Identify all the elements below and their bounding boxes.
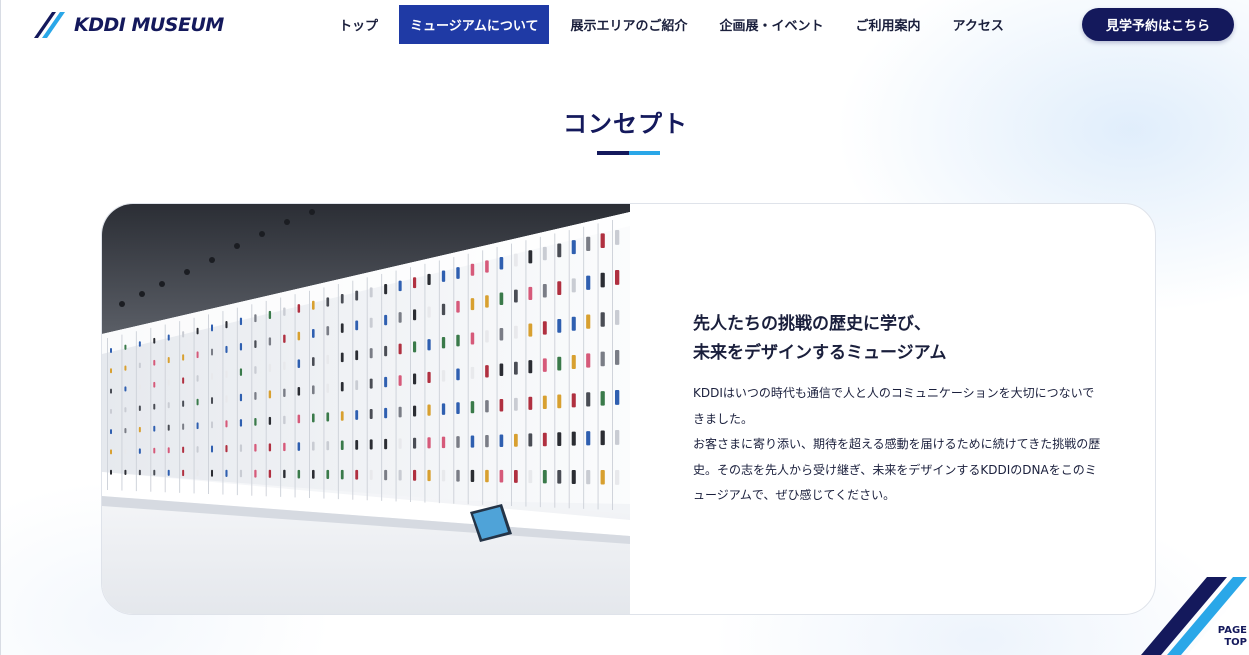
title-underline <box>597 151 660 155</box>
reserve-visit-button[interactable]: 見学予約はこちら <box>1082 8 1234 41</box>
concept-paragraph-1: KDDIはいつの時代も通信で人と人のコミュニケーションを大切につないできました。 <box>693 386 1095 426</box>
logo-slash-icon <box>34 12 65 38</box>
main-nav: トップ ミュージアムについて 展示エリアのご紹介 企画展・イベント ご利用案内 … <box>323 5 1020 44</box>
nav-item-guide[interactable]: ご利用案内 <box>840 5 937 44</box>
concept-headline: 先人たちの挑戦の歴史に学び、 未来をデザインするミュージアム <box>693 310 1103 368</box>
nav-item-exhibition-areas[interactable]: 展示エリアのご紹介 <box>554 5 703 44</box>
nav-item-access[interactable]: アクセス <box>937 5 1020 44</box>
nav-item-events[interactable]: 企画展・イベント <box>703 5 839 44</box>
exhibit-photo-illustration <box>102 204 630 614</box>
museum-exhibit-photo <box>102 204 630 614</box>
concept-headline-line-1: 先人たちの挑戦の歴史に学び、 <box>693 314 931 334</box>
concept-card: 先人たちの挑戦の歴史に学び、 未来をデザインするミュージアム KDDIはいつの時… <box>101 203 1156 615</box>
nav-item-about-museum[interactable]: ミュージアムについて <box>399 5 550 44</box>
page-top-button[interactable]: PAGE TOP <box>1141 577 1249 655</box>
page-top-label: PAGE TOP <box>1217 625 1247 648</box>
concept-paragraph-2: お客さまに寄り添い、期待を超える感動を届けるために続けてきた挑戦の歴史。その志を… <box>693 437 1101 502</box>
concept-text: 先人たちの挑戦の歴史に学び、 未来をデザインするミュージアム KDDIはいつの時… <box>693 310 1103 509</box>
site-header: KDDI MUSEUM トップ ミュージアムについて 展示エリアのご紹介 企画展… <box>1 0 1249 52</box>
site-logo[interactable]: KDDI MUSEUM <box>34 12 224 38</box>
logo-text: KDDI MUSEUM <box>74 14 224 36</box>
section-title: コンセプト <box>563 110 688 138</box>
concept-body: KDDIはいつの時代も通信で人と人のコミュニケーションを大切につないできました。… <box>693 381 1103 509</box>
concept-headline-line-2: 未来をデザインするミュージアム <box>693 343 947 363</box>
nav-item-top[interactable]: トップ <box>323 5 394 44</box>
